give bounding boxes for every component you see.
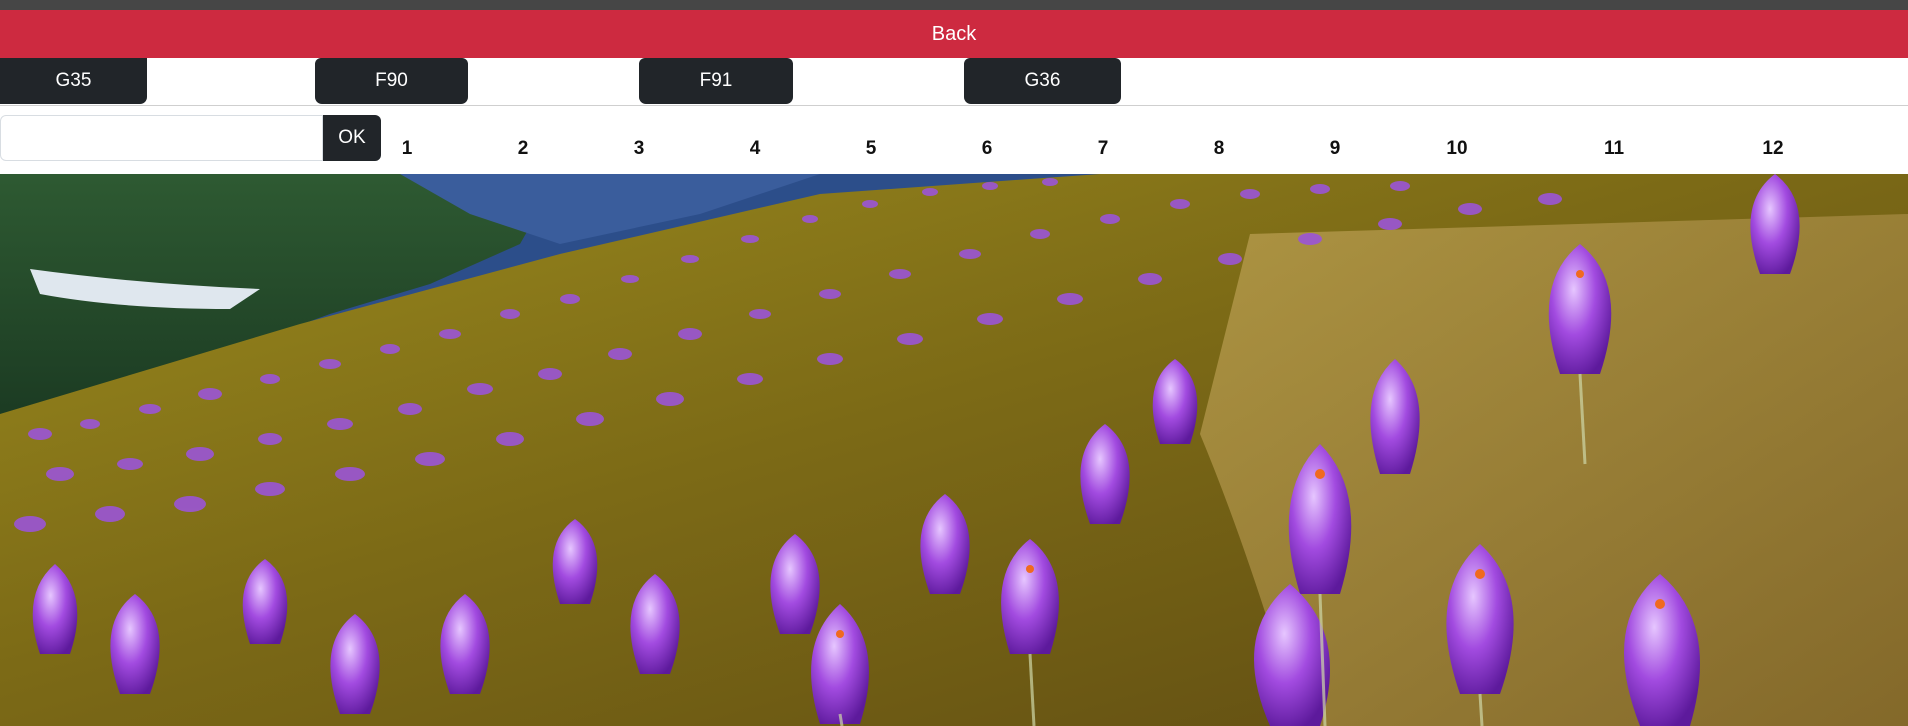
code-button-bar: G35 F90 F91 G36 — [0, 58, 1908, 106]
page-link-10[interactable]: 10 — [1446, 138, 1467, 160]
page-link-8[interactable]: 8 — [1214, 138, 1225, 160]
code-button-f91[interactable]: F91 — [639, 58, 793, 104]
page-link-11[interactable]: 11 — [1604, 138, 1624, 160]
page-link-7[interactable]: 7 — [1098, 138, 1109, 160]
page-link-4[interactable]: 4 — [750, 138, 761, 160]
page-link-9[interactable]: 9 — [1330, 138, 1341, 160]
code-button-g35[interactable]: G35 — [0, 58, 147, 104]
page-link-12[interactable]: 12 — [1762, 138, 1783, 160]
page-link-1[interactable]: 1 — [402, 138, 413, 160]
photo-illustration — [0, 174, 1908, 726]
ok-button[interactable]: OK — [323, 115, 381, 161]
page-link-6[interactable]: 6 — [982, 138, 993, 160]
crocus-meadow-photo — [0, 174, 1908, 726]
page-link-3[interactable]: 3 — [634, 138, 645, 160]
back-button[interactable]: Back — [0, 10, 1908, 58]
page-link-2[interactable]: 2 — [518, 138, 529, 160]
page-link-5[interactable]: 5 — [866, 138, 877, 160]
top-strip — [0, 0, 1908, 10]
code-button-g36[interactable]: G36 — [964, 58, 1121, 104]
code-button-f90[interactable]: F90 — [315, 58, 468, 104]
search-input[interactable] — [0, 115, 323, 161]
search-row: OK 1 2 3 4 5 6 7 8 9 10 11 12 — [0, 106, 1908, 174]
